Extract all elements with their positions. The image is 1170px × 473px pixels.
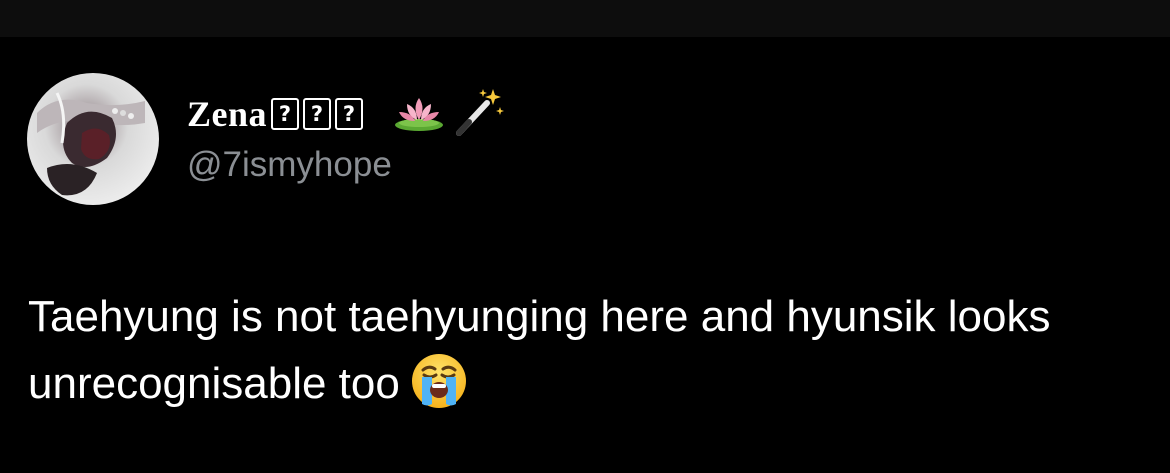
unknown-glyph-icon: ? bbox=[271, 98, 300, 130]
tweet-card: Zena ? ? ? @7ismyhope Taehyung is not ta… bbox=[0, 37, 1170, 473]
avatar[interactable] bbox=[27, 73, 159, 205]
tweet-text: Taehyung is not taehyunging here and hyu… bbox=[28, 283, 1138, 429]
display-name-text: Zena bbox=[187, 94, 268, 134]
display-name[interactable]: Zena ? ? ? bbox=[187, 88, 505, 137]
unknown-glyph-icon: ? bbox=[303, 98, 332, 130]
user-handle[interactable]: @7ismyhope bbox=[187, 145, 392, 185]
lotus-icon bbox=[393, 92, 445, 137]
loudly-crying-face-icon bbox=[410, 352, 468, 429]
top-bar bbox=[0, 0, 1170, 37]
tweet-body: Taehyung is not taehyunging here and hyu… bbox=[28, 292, 1051, 408]
unknown-glyph-icon: ? bbox=[335, 98, 364, 130]
magic-wand-icon bbox=[453, 87, 505, 142]
